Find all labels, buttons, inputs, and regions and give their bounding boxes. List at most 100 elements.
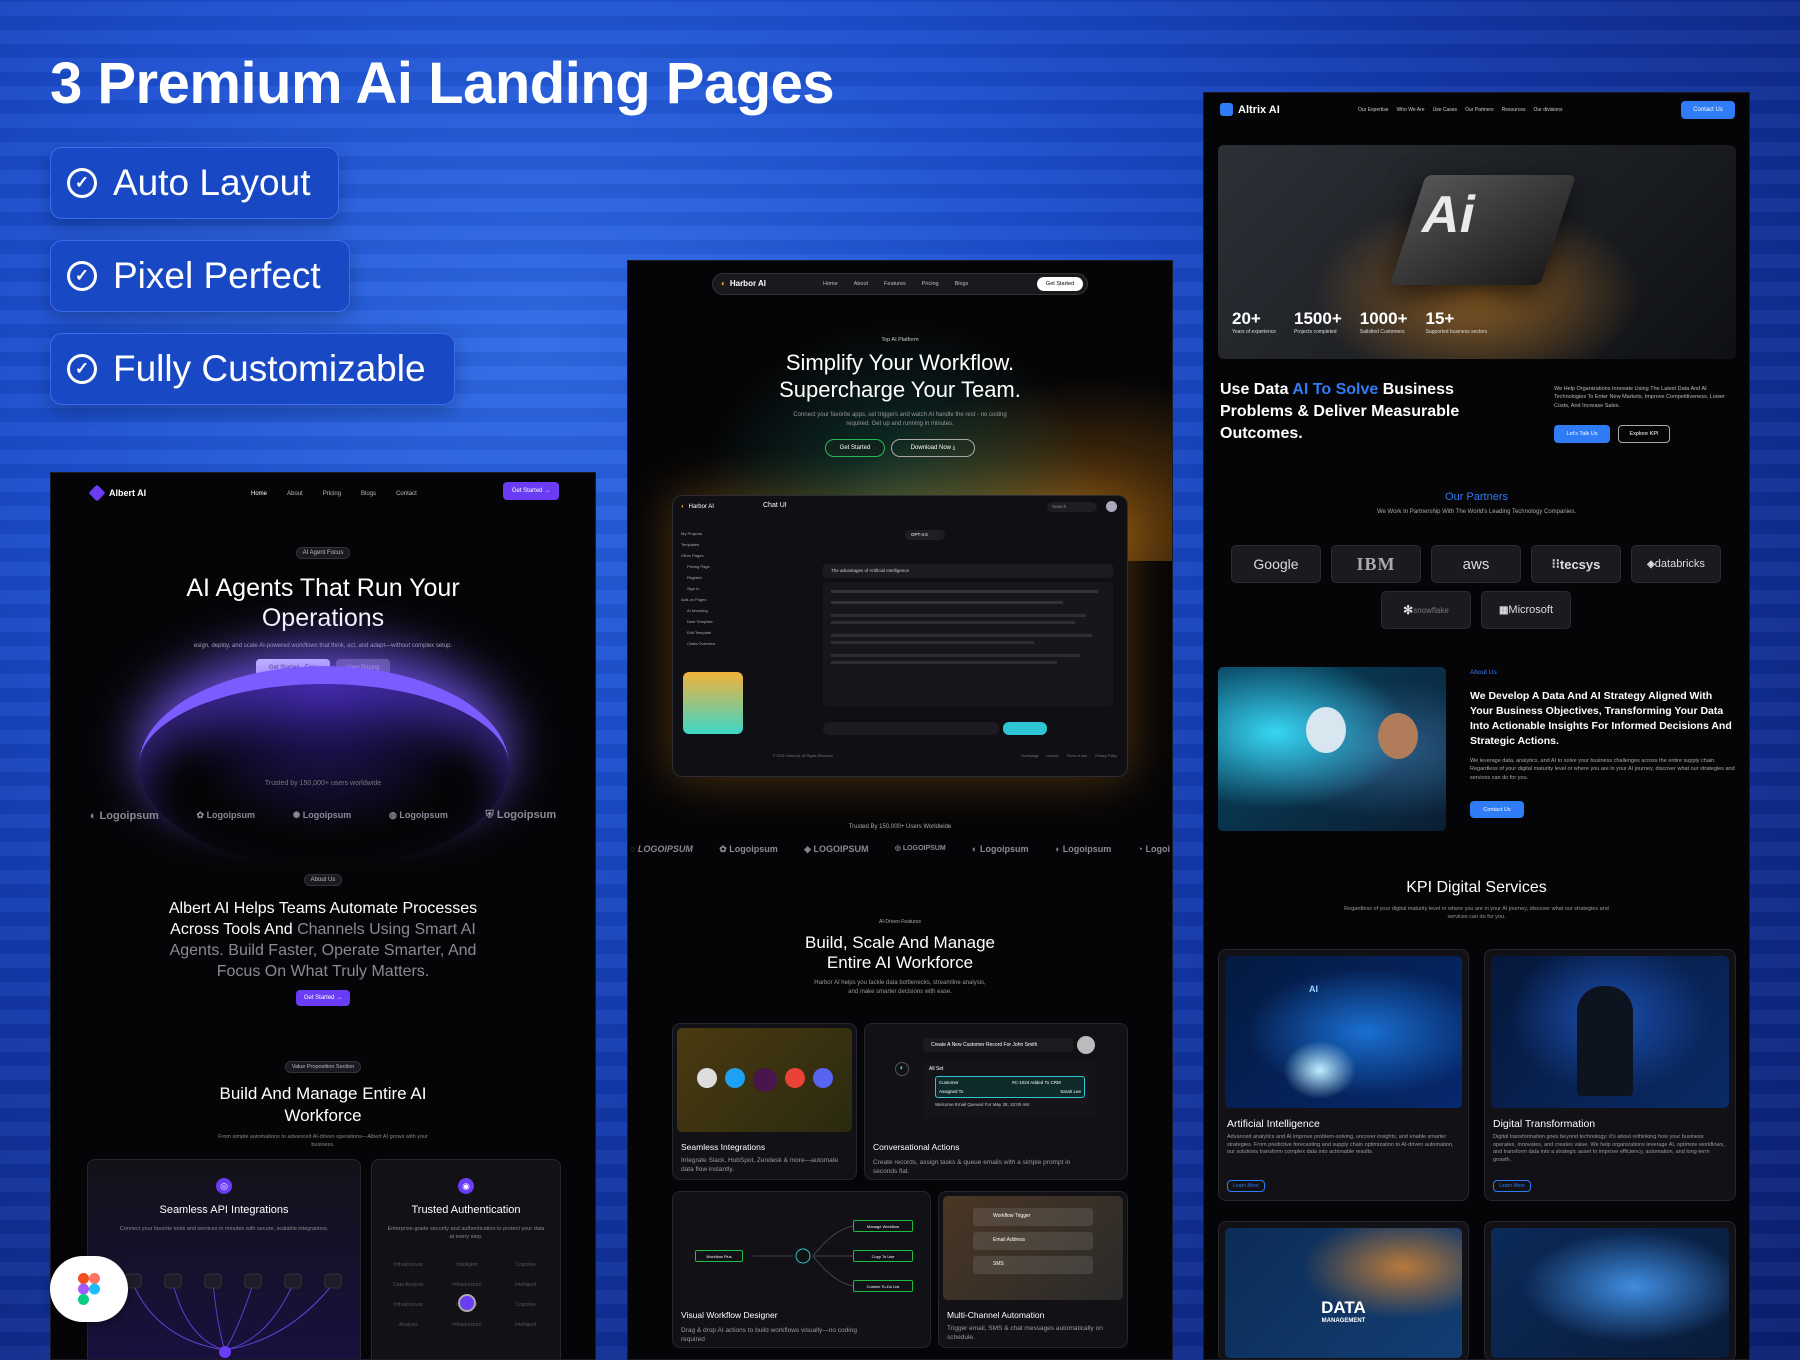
sidebar-item[interactable]: Note Template — [681, 616, 745, 627]
vp-subtitle: From simple automations to advanced AI-d… — [218, 1134, 428, 1149]
albert-brand[interactable]: Albert AI — [88, 484, 146, 502]
feature-label: Fully Customizable — [113, 348, 426, 389]
avatar[interactable] — [1106, 501, 1117, 512]
kpi-subtitle: Regardless of your digital maturity leve… — [1344, 906, 1609, 921]
learn-more-button[interactable]: Learn More — [1493, 1180, 1531, 1192]
data-management-card[interactable]: DATA MANAGEMENT — [1218, 1221, 1469, 1359]
automation-row: SMS — [973, 1256, 1093, 1274]
nav-contact[interactable]: Contact — [396, 491, 417, 497]
nav-about[interactable]: About — [287, 491, 303, 497]
management-label: MANAGEMENT — [1321, 1318, 1366, 1324]
get-started-button[interactable]: Get Started → — [503, 482, 559, 500]
nav-item[interactable]: Our divisions — [1534, 107, 1563, 113]
shield-icon: ◉ — [458, 1178, 474, 1194]
albert-value-prop: Value Proposition Section Build And Mana… — [51, 1055, 595, 1150]
lets-talk-button[interactable]: Let's Talk Us — [1554, 425, 1610, 443]
analytics-card[interactable] — [1484, 1221, 1736, 1359]
get-started-hero-button[interactable]: Get Started — [825, 439, 885, 457]
card-title: Conversational Actions — [873, 1142, 960, 1152]
nav-item[interactable]: Our Expertise — [1358, 107, 1389, 113]
logoipsum-logo: ◍ Logoipsum — [388, 810, 448, 820]
hero-subtitle: Connect your favorite apps, set triggers… — [793, 412, 1007, 427]
footer-link[interactable]: Privacy Policy — [1095, 754, 1117, 758]
sidebar-item[interactable]: Templates — [681, 539, 745, 550]
explore-kpi-button[interactable]: Explore KPI — [1618, 425, 1670, 443]
ai-service-card[interactable]: AI Artificial Intelligence Advanced anal… — [1218, 949, 1469, 1201]
section-subtitle: Harbor AI helps you tackle data bottlene… — [814, 980, 986, 995]
hero-title-line2: Supercharge Your Team. — [779, 377, 1021, 402]
seamless-integrations-card[interactable]: Seamless Integrations Integrate Slack, H… — [672, 1023, 857, 1180]
trusted-auth-card[interactable]: ◉ Trusted Authentication Enterprise-grad… — [371, 1159, 561, 1359]
about-get-started-button[interactable]: Get Started → — [296, 990, 350, 1006]
sidebar-item[interactable]: Chats Overview — [681, 638, 745, 649]
section-title-line2: Entire AI Workforce — [826, 953, 974, 972]
all-set-label: All Set — [929, 1066, 944, 1072]
nav-pricing[interactable]: Pricing — [323, 491, 341, 497]
nav-pricing[interactable]: Pricing — [922, 281, 939, 287]
nav-item[interactable]: Our Partners — [1465, 107, 1494, 113]
card-desc: Trigger email, SMS & chat messages autom… — [947, 1325, 1103, 1342]
nav-item[interactable]: Who We Are — [1397, 107, 1425, 113]
altrix-brand[interactable]: Altrix AI — [1220, 103, 1280, 116]
logoipsum-logo: ◐ Logoipsum — [89, 809, 159, 822]
nav-item[interactable]: Use Cases — [1433, 107, 1457, 113]
record-table: Customer #C-1024 Added To CRM Assigned To… — [935, 1076, 1085, 1098]
nav-blogs[interactable]: Blogs — [361, 491, 376, 497]
stat-item: 15+ Supported business sectors — [1425, 309, 1488, 335]
ai-handshake-image: AI — [1225, 956, 1462, 1108]
card-desc: Connect your favorite tools and services… — [119, 1226, 329, 1232]
sidebar-item[interactable]: My Projects — [681, 528, 745, 539]
sidebar-item[interactable]: Register — [681, 572, 745, 583]
footer-link[interactable]: License — [1047, 754, 1059, 758]
nav-features[interactable]: Features — [884, 281, 906, 287]
sidebar-item[interactable]: Add-on Pages — [681, 594, 745, 605]
visual-workflow-card[interactable]: Workflow Plus Manage Workflow Copy To Us… — [672, 1191, 931, 1348]
card-desc: Digital transformation goes beyond techn… — [1493, 1134, 1725, 1164]
nav-home[interactable]: Home — [823, 281, 838, 287]
harbor-brand[interactable]: ◐ Harbor AI — [721, 279, 766, 288]
app-search-input[interactable]: Search — [1047, 502, 1097, 512]
about-badge: About Us — [303, 874, 343, 886]
nav-item[interactable]: Resources — [1502, 107, 1526, 113]
about-contact-button[interactable]: Contact Us — [1470, 801, 1524, 818]
download-now-button[interactable]: Download Now ⤓ — [891, 439, 975, 457]
nav-home[interactable]: Home — [251, 491, 267, 497]
altrix-ai-landing: Altrix AI Our Expertise Who We Are Use Cas… — [1203, 92, 1750, 1360]
workflow-node[interactable]: Custom To-Do List — [853, 1280, 913, 1292]
chat-input[interactable] — [823, 722, 999, 735]
app-sidebar: My Projects Templates Other Pages Pricin… — [681, 528, 745, 649]
brand-name: Harbor AI — [729, 279, 766, 288]
get-started-button[interactable]: Get Started — [1037, 277, 1083, 291]
result-card: All Set Customer #C-1024 Added To CRM Ass… — [923, 1062, 1097, 1118]
conversational-actions-card[interactable]: Create A New Customer Record For John Sm… — [864, 1023, 1128, 1180]
footer-link[interactable]: Terms of Use — [1067, 754, 1088, 758]
api-icon: ◎ — [216, 1178, 232, 1194]
stat-item: 20+ Years of experience — [1232, 309, 1277, 335]
figma-badge[interactable] — [50, 1256, 128, 1322]
sidebar-item[interactable]: AI Invoicing — [681, 605, 745, 616]
learn-more-button[interactable]: Learn More — [1227, 1180, 1265, 1192]
sidebar-item[interactable]: Pricing Page — [681, 561, 745, 572]
multichannel-automation-card[interactable]: Workflow Trigger Email Address SMS Multi… — [938, 1191, 1128, 1348]
sidebar-item[interactable]: Other Pages — [681, 550, 745, 561]
footer-link[interactable]: Homepage — [1021, 754, 1038, 758]
nav-about[interactable]: About — [854, 281, 868, 287]
workflow-node[interactable]: Manage Workflow — [853, 1220, 913, 1232]
brand-name: Altrix AI — [1238, 103, 1280, 116]
button-label: Learn More — [1233, 1183, 1259, 1189]
send-button[interactable] — [1003, 722, 1047, 735]
partner-databricks: ◈ databricks — [1631, 545, 1721, 583]
card-title: Seamless Integrations — [681, 1142, 766, 1152]
upgrade-promo-card[interactable] — [683, 672, 743, 734]
contact-us-button[interactable]: Contact Us — [1681, 101, 1735, 119]
sidebar-item[interactable]: Sign In — [681, 583, 745, 594]
model-selector[interactable]: GPT-4.5 — [905, 530, 945, 540]
nav-blogs[interactable]: Blogs — [955, 281, 969, 287]
seamless-api-card[interactable]: ◎ Seamless API Integrations Connect your… — [87, 1159, 361, 1359]
hero-title-line1: Simplify Your Workflow. — [785, 350, 1015, 375]
sidebar-item[interactable]: Edit Template — [681, 627, 745, 638]
workflow-node[interactable]: Workflow Plus — [695, 1250, 743, 1262]
workflow-node[interactable]: Copy To Use — [853, 1250, 913, 1262]
digital-transformation-card[interactable]: Digital Transformation Digital transform… — [1484, 949, 1736, 1201]
partner-ibm: IBM — [1331, 545, 1421, 583]
